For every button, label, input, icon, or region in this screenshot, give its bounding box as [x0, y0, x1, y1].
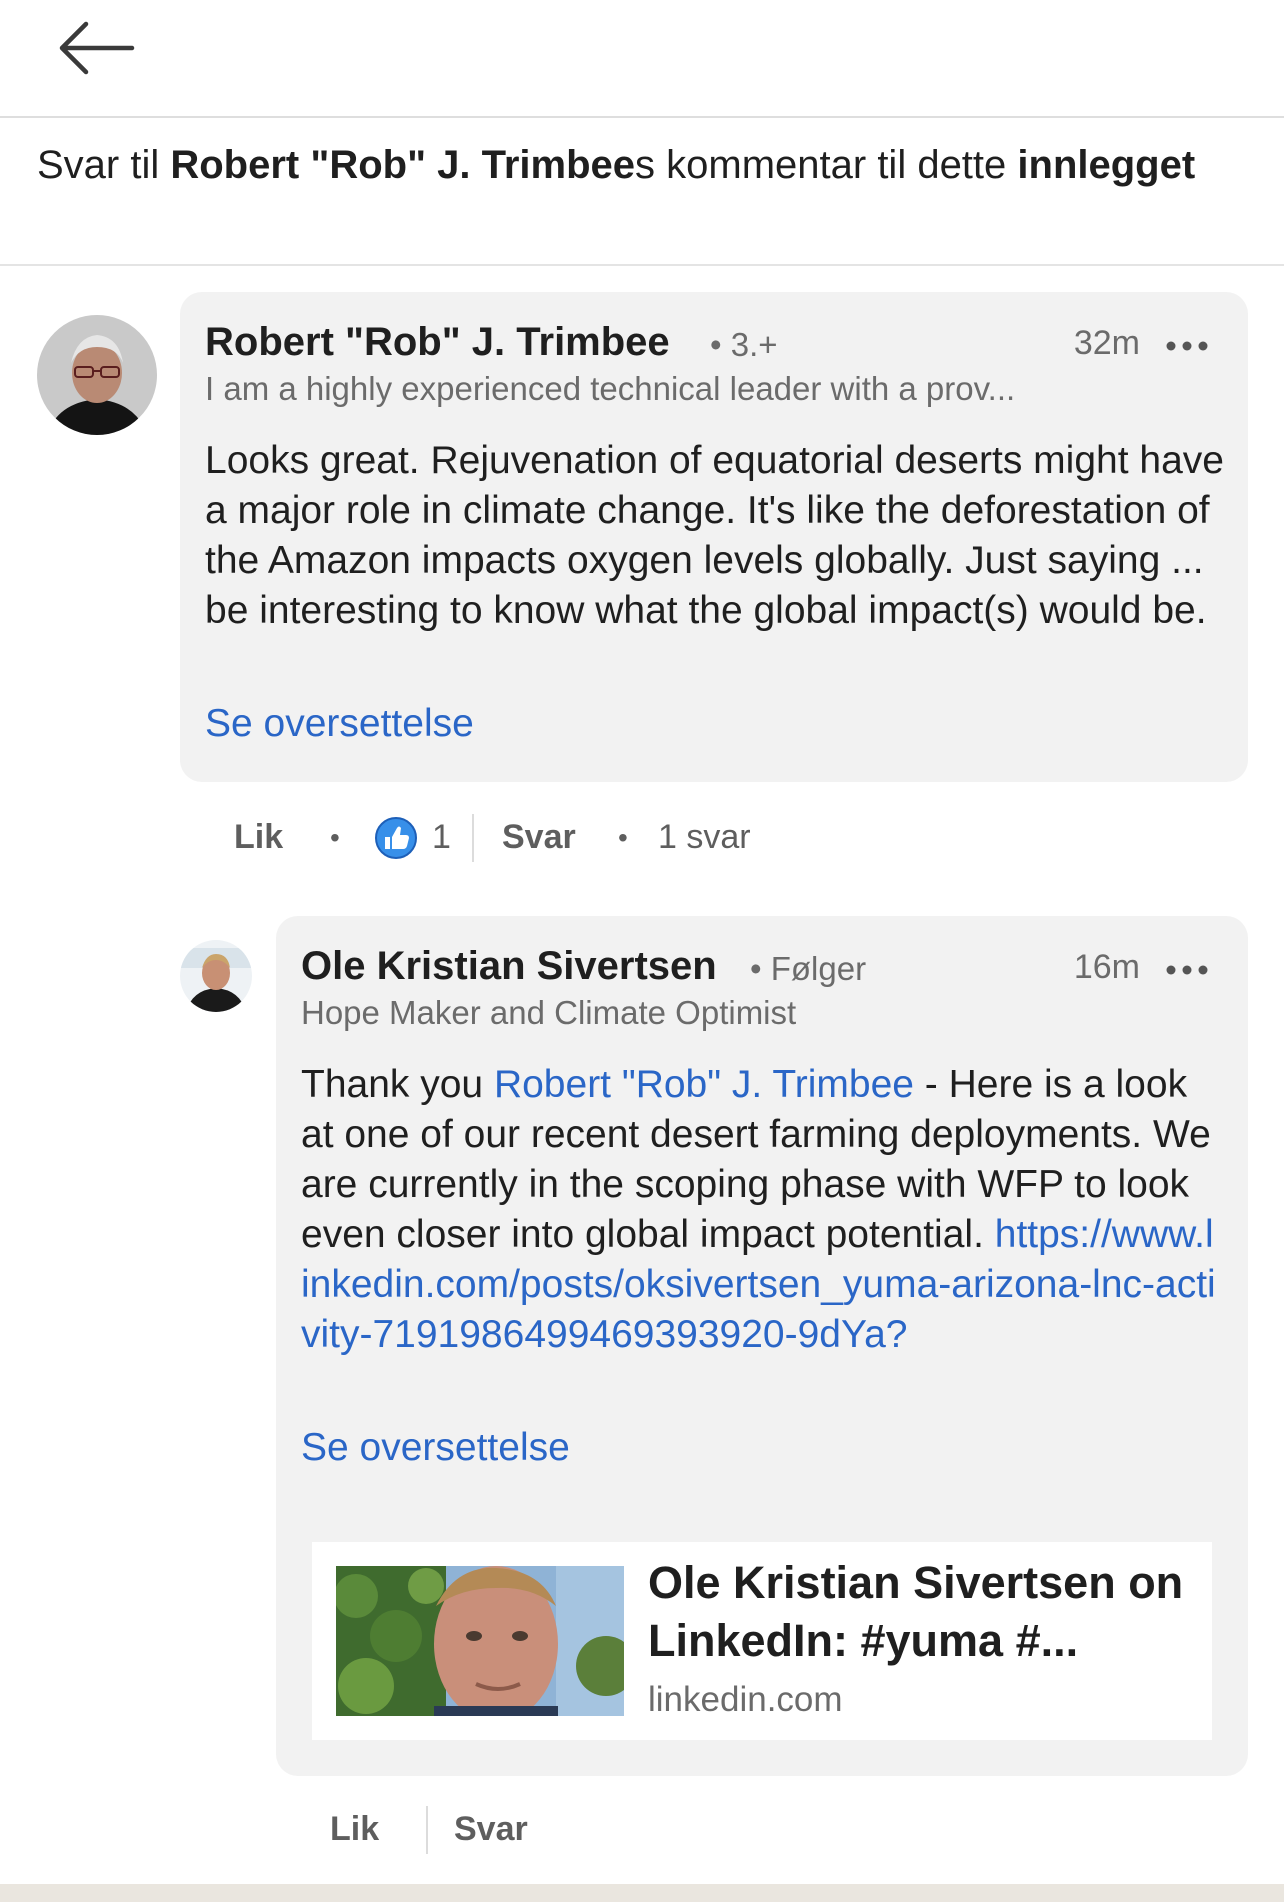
comment-reply-button[interactable]: Svar [502, 818, 576, 857]
more-horizontal-icon [1166, 965, 1208, 975]
link-preview-title: Ole Kristian Sivertsen on LinkedIn: #yum… [648, 1557, 1184, 1666]
comment-reaction[interactable] [374, 816, 418, 860]
comment-see-translation[interactable]: Se oversettelse [205, 702, 474, 746]
reply-see-translation[interactable]: Se oversettelse [301, 1426, 570, 1470]
reply-like-button[interactable]: Lik [330, 1810, 379, 1849]
action-divider [426, 1806, 428, 1854]
context-middle: s kommentar til dette [635, 143, 1018, 187]
reply-mention-link[interactable]: Robert "Rob" J. Trimbee [494, 1063, 914, 1106]
comment-timestamp: 32m [1073, 324, 1140, 362]
thumbs-up-icon [375, 817, 417, 859]
link-preview-card[interactable]: Ole Kristian Sivertsen on LinkedIn: #yum… [312, 1542, 1212, 1740]
separator-dot: • [618, 822, 628, 853]
comment-reply-count[interactable]: 1 svar [658, 818, 751, 857]
context-author-link[interactable]: Robert "Rob" J. Trimbee [170, 143, 635, 187]
reply-reply-button[interactable]: Svar [454, 1810, 528, 1849]
reply-text-start: Thank you [301, 1063, 494, 1106]
avatar-robert[interactable] [37, 315, 157, 435]
comment-like-button[interactable]: Lik [234, 818, 283, 857]
reply-author-headline: Hope Maker and Climate Optimist [301, 994, 797, 1031]
reply-author-name[interactable]: Ole Kristian Sivertsen [301, 944, 717, 989]
link-preview-thumbnail [336, 1566, 624, 1716]
reply-text: Thank you Robert "Rob" J. Trimbee - Here… [301, 1060, 1221, 1360]
action-divider [472, 814, 474, 862]
arrow-left-icon [59, 21, 135, 75]
reply-more-button[interactable] [1162, 960, 1212, 980]
reply-timestamp: 16m [1073, 948, 1140, 986]
comment-author-name[interactable]: Robert "Rob" J. Trimbee [205, 320, 670, 365]
comment-reaction-count: 1 [432, 818, 451, 856]
back-button[interactable] [52, 12, 144, 84]
link-preview-domain: linkedin.com [648, 1680, 843, 1719]
more-horizontal-icon [1166, 341, 1208, 351]
bottom-edge [0, 1884, 1284, 1902]
comment-more-button[interactable] [1162, 336, 1212, 356]
avatar-ole[interactable] [180, 940, 252, 1012]
comment-text: Looks great. Rejuvenation of equatorial … [205, 439, 1224, 632]
divider [0, 264, 1284, 266]
comment-connection-degree: • 3.+ [710, 326, 778, 363]
context-post-link[interactable]: innlegget [1017, 143, 1195, 187]
context-prefix: Svar til [37, 143, 171, 187]
comment-author-headline: I am a highly experienced technical lead… [205, 370, 1016, 407]
reply-follow-status: • Følger [750, 950, 867, 987]
separator-dot: • [330, 822, 340, 853]
reply-context: Svar til Robert "Rob" J. Trimbees kommen… [37, 140, 1237, 190]
top-bar [0, 0, 1284, 118]
